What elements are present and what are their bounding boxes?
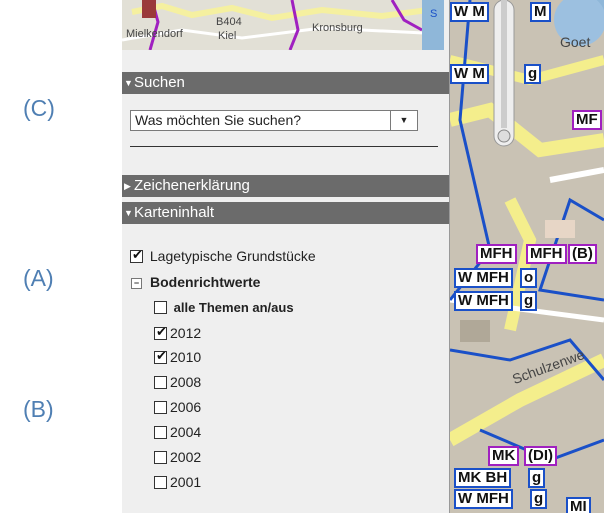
zone-label: MFH — [476, 244, 517, 264]
zone-label: W M — [450, 64, 489, 84]
check-icon: ✔ — [156, 348, 167, 363]
year-2006[interactable]: 2006 — [154, 399, 201, 415]
year-2010-checkbox[interactable]: ✔ — [154, 348, 167, 364]
figure-label-c: (C) — [23, 95, 55, 121]
street-label: Goet — [560, 34, 591, 50]
year-2002-label: 2002 — [170, 449, 202, 465]
zone-label: g — [530, 489, 548, 509]
year-2002[interactable]: 2002 — [154, 449, 201, 465]
caret-down-icon: ▼ — [124, 78, 133, 89]
zone-label: W MFH — [454, 489, 513, 509]
map-view[interactable]: W M M W M g MF Goet MFH MFH (B) W MFH o … — [450, 0, 604, 513]
layer-lagetypische[interactable]: ✔ Lagetypische Grundstücke — [130, 248, 316, 264]
overview-place-s: S — [430, 8, 438, 20]
section-divider — [130, 146, 438, 147]
map-control-panel: Mielkendorf Kiel B404 Kronsburg S ▼Suche… — [122, 0, 450, 513]
year-2008-label: 2008 — [170, 374, 202, 390]
year-2001-checkbox[interactable] — [154, 476, 167, 489]
search-section-header[interactable]: ▼Suchen — [122, 72, 449, 94]
zone-label: MFH — [526, 244, 567, 264]
content-section-header[interactable]: ▼Karteninhalt — [122, 202, 449, 224]
search-select-value: Was möchten Sie suchen? — [135, 112, 302, 128]
year-2004-label: 2004 — [170, 424, 202, 440]
content-section-title: Karteninhalt — [134, 204, 215, 221]
overview-place-kronsburg: Kronsburg — [312, 22, 363, 34]
zone-label: MK BH — [454, 468, 512, 488]
zone-label: g — [528, 468, 546, 488]
year-2010[interactable]: ✔ 2010 — [154, 349, 201, 365]
zone-label: g — [520, 291, 538, 311]
toggle-all-checkbox[interactable] — [154, 301, 167, 314]
overview-map-graphic — [122, 0, 444, 50]
overview-place-kiel: Kiel — [218, 30, 237, 42]
zone-label: W M — [450, 2, 489, 22]
zone-label: MK — [488, 446, 520, 466]
zone-label: (B) — [568, 244, 597, 264]
zone-label: g — [524, 64, 542, 84]
year-2012[interactable]: ✔ 2012 — [154, 325, 201, 341]
zone-label: MI — [566, 497, 591, 513]
caret-down-icon: ▼ — [124, 208, 133, 219]
year-2006-label: 2006 — [170, 399, 202, 415]
legend-section-header[interactable]: ▶ Zeichenerklärung — [122, 175, 449, 197]
zone-label: MF — [572, 110, 602, 130]
year-2004[interactable]: 2004 — [154, 424, 201, 440]
zone-label: W MFH — [454, 291, 513, 311]
overview-map[interactable]: Mielkendorf Kiel B404 Kronsburg S — [122, 0, 444, 50]
zone-label: M — [530, 2, 551, 22]
year-2008-checkbox[interactable] — [154, 376, 167, 389]
lagetypische-checkbox[interactable]: ✔ — [130, 247, 143, 263]
figure-label-a: (A) — [23, 265, 54, 291]
year-2006-checkbox[interactable] — [154, 401, 167, 414]
year-2010-label: 2010 — [170, 349, 202, 365]
zoom-slider[interactable] — [490, 0, 518, 150]
year-2012-label: 2012 — [170, 325, 202, 341]
dropdown-arrow-icon[interactable]: ▼ — [390, 111, 417, 130]
overview-place-b404: B404 — [216, 16, 242, 28]
zoom-slider-graphic — [493, 0, 515, 147]
collapse-minus-icon[interactable]: − — [131, 278, 142, 289]
year-2012-checkbox[interactable]: ✔ — [154, 324, 167, 340]
year-2004-checkbox[interactable] — [154, 426, 167, 439]
layer-group-bodenrichtwerte[interactable]: − Bodenrichtwerte — [131, 274, 260, 290]
year-2001[interactable]: 2001 — [154, 474, 201, 490]
toggle-all-themes[interactable]: alle Themen an/aus — [154, 300, 294, 315]
figure-label-b: (B) — [23, 396, 54, 422]
toggle-all-label: alle Themen an/aus — [173, 300, 294, 315]
check-icon: ✔ — [156, 324, 167, 339]
search-section-title: Suchen — [134, 74, 185, 91]
overview-place-mielkendorf: Mielkendorf — [126, 28, 183, 40]
year-2002-checkbox[interactable] — [154, 451, 167, 464]
year-2001-label: 2001 — [170, 474, 202, 490]
search-select[interactable]: Was möchten Sie suchen? ▼ — [130, 110, 418, 131]
zone-label: o — [520, 268, 538, 288]
year-2008[interactable]: 2008 — [154, 374, 201, 390]
lagetypische-label: Lagetypische Grundstücke — [149, 248, 316, 264]
zone-label: (DI) — [524, 446, 557, 466]
caret-right-icon: ▶ — [124, 181, 131, 192]
bodenrichtwerte-label: Bodenrichtwerte — [150, 274, 261, 290]
legend-section-title: Zeichenerklärung — [134, 177, 250, 194]
zone-label: W MFH — [454, 268, 513, 288]
check-icon: ✔ — [132, 247, 143, 262]
